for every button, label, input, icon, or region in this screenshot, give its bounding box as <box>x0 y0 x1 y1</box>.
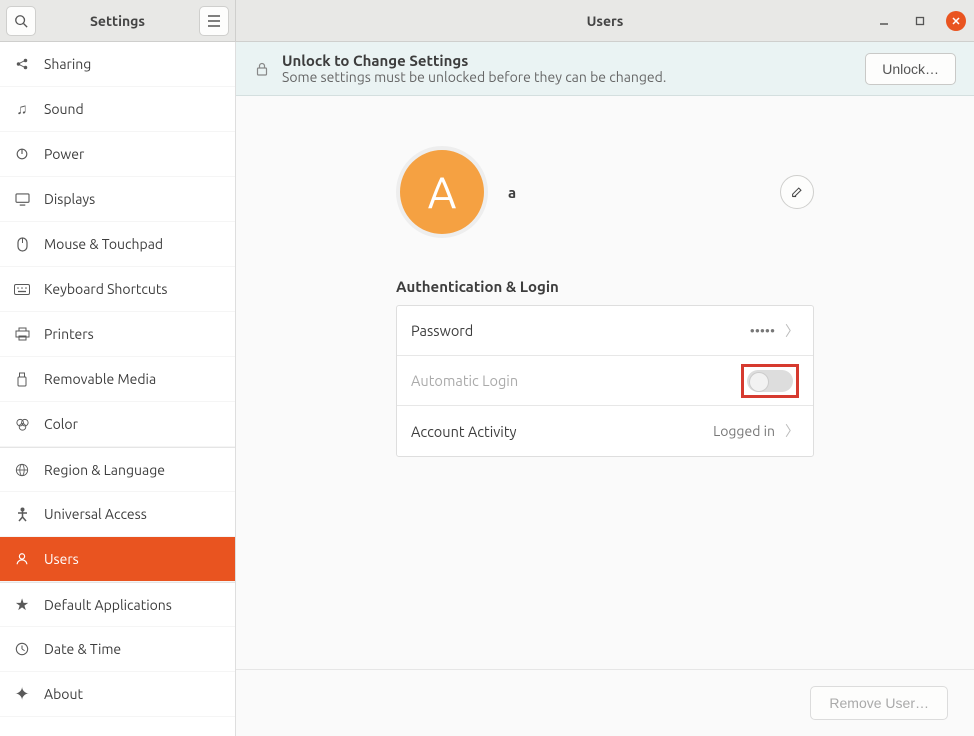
auth-rows: Password ••••• 〉 Automatic Login Account… <box>396 305 814 457</box>
star-icon: ★ <box>14 597 30 613</box>
header-left: Settings <box>0 0 236 41</box>
sidebar-item-region-language[interactable]: Region & Language <box>0 447 235 492</box>
access-icon <box>14 506 30 522</box>
auth-section-label: Authentication & Login <box>396 278 914 295</box>
sidebar-item-users[interactable]: Users <box>0 537 235 582</box>
sidebar-item-about[interactable]: ✦ About <box>0 672 235 717</box>
window-controls <box>874 11 966 31</box>
account-activity-label: Account Activity <box>411 423 713 440</box>
sidebar-item-label: Power <box>44 146 84 162</box>
hamburger-icon <box>207 15 221 27</box>
sidebar-item-label: Universal Access <box>44 506 147 522</box>
automatic-login-row: Automatic Login <box>397 356 813 406</box>
sidebar-item-label: Sound <box>44 101 84 117</box>
avatar[interactable]: A <box>396 146 488 238</box>
edit-name-button[interactable] <box>780 175 814 209</box>
page-title: Users <box>587 13 624 29</box>
sidebar-item-label: Sharing <box>44 56 91 72</box>
sidebar-item-label: Users <box>44 551 79 567</box>
sidebar-item-label: Color <box>44 416 78 432</box>
minimize-button[interactable] <box>874 11 894 31</box>
unlock-banner: Unlock to Change Settings Some settings … <box>236 42 974 96</box>
sound-icon: ♫ <box>14 101 30 117</box>
lock-icon <box>254 61 270 77</box>
sidebar-item-label: Printers <box>44 326 94 342</box>
search-button[interactable] <box>6 6 36 36</box>
password-label: Password <box>411 322 750 339</box>
close-icon <box>951 16 961 26</box>
chevron-right-icon: 〉 <box>785 421 799 441</box>
sidebar-item-label: About <box>44 686 83 702</box>
close-button[interactable] <box>946 11 966 31</box>
header-right: Users <box>236 0 974 41</box>
highlight-box <box>741 364 799 398</box>
sidebar-item-label: Date & Time <box>44 641 121 657</box>
sidebar: Sharing ♫ Sound Power Displays Mouse & Touchp… <box>0 42 236 736</box>
banner-title: Unlock to Change Settings <box>282 52 853 69</box>
sidebar-item-label: Mouse & Touchpad <box>44 236 163 252</box>
clock-icon <box>14 641 30 657</box>
username: a <box>508 184 516 201</box>
printer-icon <box>14 326 30 342</box>
sidebar-item-mouse-touchpad[interactable]: Mouse & Touchpad <box>0 222 235 267</box>
sidebar-item-default-applications[interactable]: ★ Default Applications <box>0 582 235 627</box>
color-icon <box>14 416 30 432</box>
mouse-icon <box>14 236 30 252</box>
password-row[interactable]: Password ••••• 〉 <box>397 306 813 356</box>
unlock-button[interactable]: Unlock… <box>865 53 956 85</box>
app-title: Settings <box>42 13 193 29</box>
user-header: A a <box>396 146 914 238</box>
sidebar-item-label: Keyboard Shortcuts <box>44 281 167 297</box>
share-icon <box>14 56 30 72</box>
globe-icon <box>14 462 30 478</box>
sidebar-item-date-time[interactable]: Date & Time <box>0 627 235 672</box>
sidebar-item-keyboard-shortcuts[interactable]: Keyboard Shortcuts <box>0 267 235 312</box>
maximize-button[interactable] <box>910 11 930 31</box>
chevron-right-icon: 〉 <box>785 321 799 341</box>
automatic-login-label: Automatic Login <box>411 372 741 389</box>
sidebar-item-color[interactable]: Color <box>0 402 235 447</box>
sidebar-item-removable-media[interactable]: Removable Media <box>0 357 235 402</box>
sidebar-item-label: Default Applications <box>44 597 172 613</box>
automatic-login-toggle[interactable] <box>747 370 793 392</box>
about-icon: ✦ <box>14 686 30 702</box>
sidebar-item-power[interactable]: Power <box>0 132 235 177</box>
sidebar-item-displays[interactable]: Displays <box>0 177 235 222</box>
keyboard-icon <box>14 281 30 297</box>
pencil-icon <box>790 185 804 199</box>
sidebar-item-universal-access[interactable]: Universal Access <box>0 492 235 537</box>
menu-button[interactable] <box>199 6 229 36</box>
sidebar-item-label: Removable Media <box>44 371 156 387</box>
maximize-icon <box>915 16 925 26</box>
minimize-icon <box>879 16 889 26</box>
banner-subtitle: Some settings must be unlocked before th… <box>282 69 853 85</box>
account-activity-row[interactable]: Account Activity Logged in 〉 <box>397 406 813 456</box>
sidebar-item-label: Region & Language <box>44 462 165 478</box>
header-bar: Settings Users <box>0 0 974 42</box>
displays-icon <box>14 191 30 207</box>
account-activity-value: Logged in <box>713 423 775 439</box>
power-icon <box>14 146 30 162</box>
footer: Remove User… <box>236 669 974 736</box>
sidebar-item-sharing[interactable]: Sharing <box>0 42 235 87</box>
usb-icon <box>14 371 30 387</box>
sidebar-item-printers[interactable]: Printers <box>0 312 235 357</box>
sidebar-item-label: Displays <box>44 191 95 207</box>
password-value: ••••• <box>750 323 775 339</box>
sidebar-item-sound[interactable]: ♫ Sound <box>0 87 235 132</box>
remove-user-button[interactable]: Remove User… <box>810 686 948 720</box>
search-icon <box>14 14 28 28</box>
content: Unlock to Change Settings Some settings … <box>236 42 974 736</box>
user-icon <box>14 551 30 567</box>
